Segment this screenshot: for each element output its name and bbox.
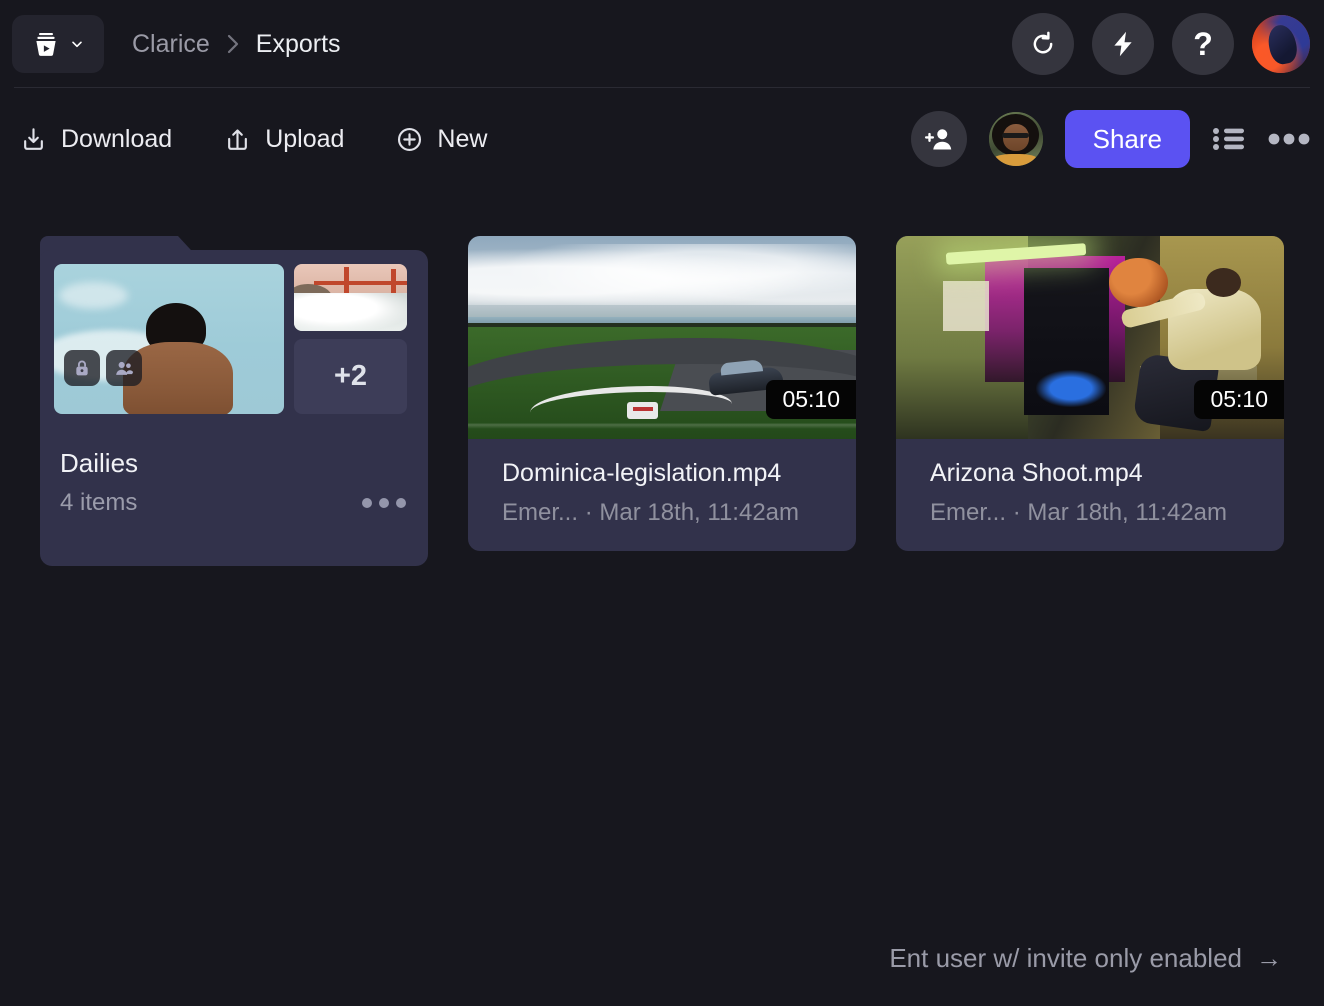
header-actions: ? xyxy=(1012,13,1310,75)
file-subtitle: Emer... · Mar 18th, 11:42am xyxy=(502,499,800,526)
upload-button[interactable]: Upload xyxy=(224,125,344,154)
folder-body: +2 Dailies 4 items xyxy=(40,250,428,566)
chevron-down-icon xyxy=(72,41,82,48)
question-mark-icon: ? xyxy=(1193,26,1213,62)
frameio-cup-logo-icon xyxy=(36,33,56,56)
arrow-right-icon: → xyxy=(1256,943,1282,973)
breadcrumb-separator-icon xyxy=(225,33,241,55)
folder-card-dailies[interactable]: +2 Dailies 4 items xyxy=(40,236,428,566)
breadcrumb-parent[interactable]: Clarice xyxy=(132,30,210,59)
file-name: Dominica-legislation.mp4 xyxy=(502,459,782,487)
duration-badge: 05:10 xyxy=(1194,380,1284,419)
upload-share-icon xyxy=(228,128,248,150)
action-toolbar: Download Upload New Share xyxy=(0,88,1324,190)
share-button[interactable]: Share xyxy=(1064,110,1190,168)
footer-note[interactable]: Ent user w/ invite only enabled → xyxy=(889,943,1282,974)
folder-thumbnail-primary xyxy=(54,264,284,414)
app-header: Clarice Exports ? xyxy=(0,0,1324,88)
more-options-button[interactable] xyxy=(1268,132,1310,146)
more-dot xyxy=(362,498,372,508)
people-group-icon xyxy=(116,361,134,375)
download-label: Download xyxy=(61,124,173,153)
new-button[interactable]: New xyxy=(396,125,487,154)
download-button[interactable]: Download xyxy=(20,125,172,154)
download-icon xyxy=(24,127,43,150)
more-dot xyxy=(379,498,389,508)
folder-item-count: 4 items xyxy=(60,489,138,516)
file-thumbnail-neon-room: 05:10 xyxy=(896,236,1284,439)
new-label: New xyxy=(437,124,488,153)
file-name: Arizona Shoot.mp4 xyxy=(930,459,1143,487)
folder-title: Dailies xyxy=(60,448,139,478)
upload-label: Upload xyxy=(265,124,345,153)
duration-badge: 05:10 xyxy=(766,380,856,419)
folder-status-badges xyxy=(64,350,142,386)
private-badge xyxy=(64,350,100,386)
invite-people-button[interactable] xyxy=(910,111,967,167)
folder-overflow-count: +2 xyxy=(294,339,407,414)
list-view-icon xyxy=(1213,128,1244,150)
file-card-dominica[interactable]: 05:10 Dominica-legislation.mp4 Emer... ·… xyxy=(468,236,856,551)
file-meta: Arizona Shoot.mp4 Emer... · Mar 18th, 11… xyxy=(896,439,1284,551)
workspace-switcher-button[interactable] xyxy=(12,15,104,73)
help-button[interactable]: ? xyxy=(1172,13,1234,75)
more-dot xyxy=(396,498,406,508)
asset-grid: +2 Dailies 4 items 05:10 Dominica-legisl… xyxy=(0,190,1324,566)
folder-thumbnail-secondary xyxy=(294,264,407,331)
footer-note-text: Ent user w/ invite only enabled xyxy=(889,943,1242,973)
collaborator-avatar[interactable] xyxy=(988,112,1043,166)
breadcrumb-current[interactable]: Exports xyxy=(256,30,341,59)
refresh-button[interactable] xyxy=(1012,13,1074,75)
activity-button[interactable] xyxy=(1092,13,1154,75)
folder-thumbnail-stack: +2 xyxy=(294,264,407,414)
shared-badge xyxy=(106,350,142,386)
lock-icon xyxy=(76,360,88,376)
list-view-button[interactable] xyxy=(1212,124,1246,154)
file-subtitle: Emer... · Mar 18th, 11:42am xyxy=(930,499,1228,526)
breadcrumb: Clarice Exports xyxy=(132,30,341,59)
file-card-arizona[interactable]: 05:10 Arizona Shoot.mp4 Emer... · Mar 18… xyxy=(896,236,1284,551)
file-meta: Dominica-legislation.mp4 Emer... · Mar 1… xyxy=(468,439,856,551)
folder-meta: Dailies 4 items xyxy=(54,414,414,517)
user-profile-avatar[interactable] xyxy=(1252,15,1310,73)
lightning-bolt-icon xyxy=(1114,31,1132,57)
add-person-icon xyxy=(924,129,951,150)
file-thumbnail-race-track: 05:10 xyxy=(468,236,856,439)
toolbar-right-actions: Share xyxy=(910,110,1310,168)
folder-thumbnails: +2 xyxy=(54,264,414,414)
folder-more-options-button[interactable] xyxy=(360,492,408,514)
refresh-circular-arrow-icon xyxy=(1033,31,1053,54)
plus-circle-icon xyxy=(398,127,422,151)
more-horizontal-icon xyxy=(1268,133,1310,145)
